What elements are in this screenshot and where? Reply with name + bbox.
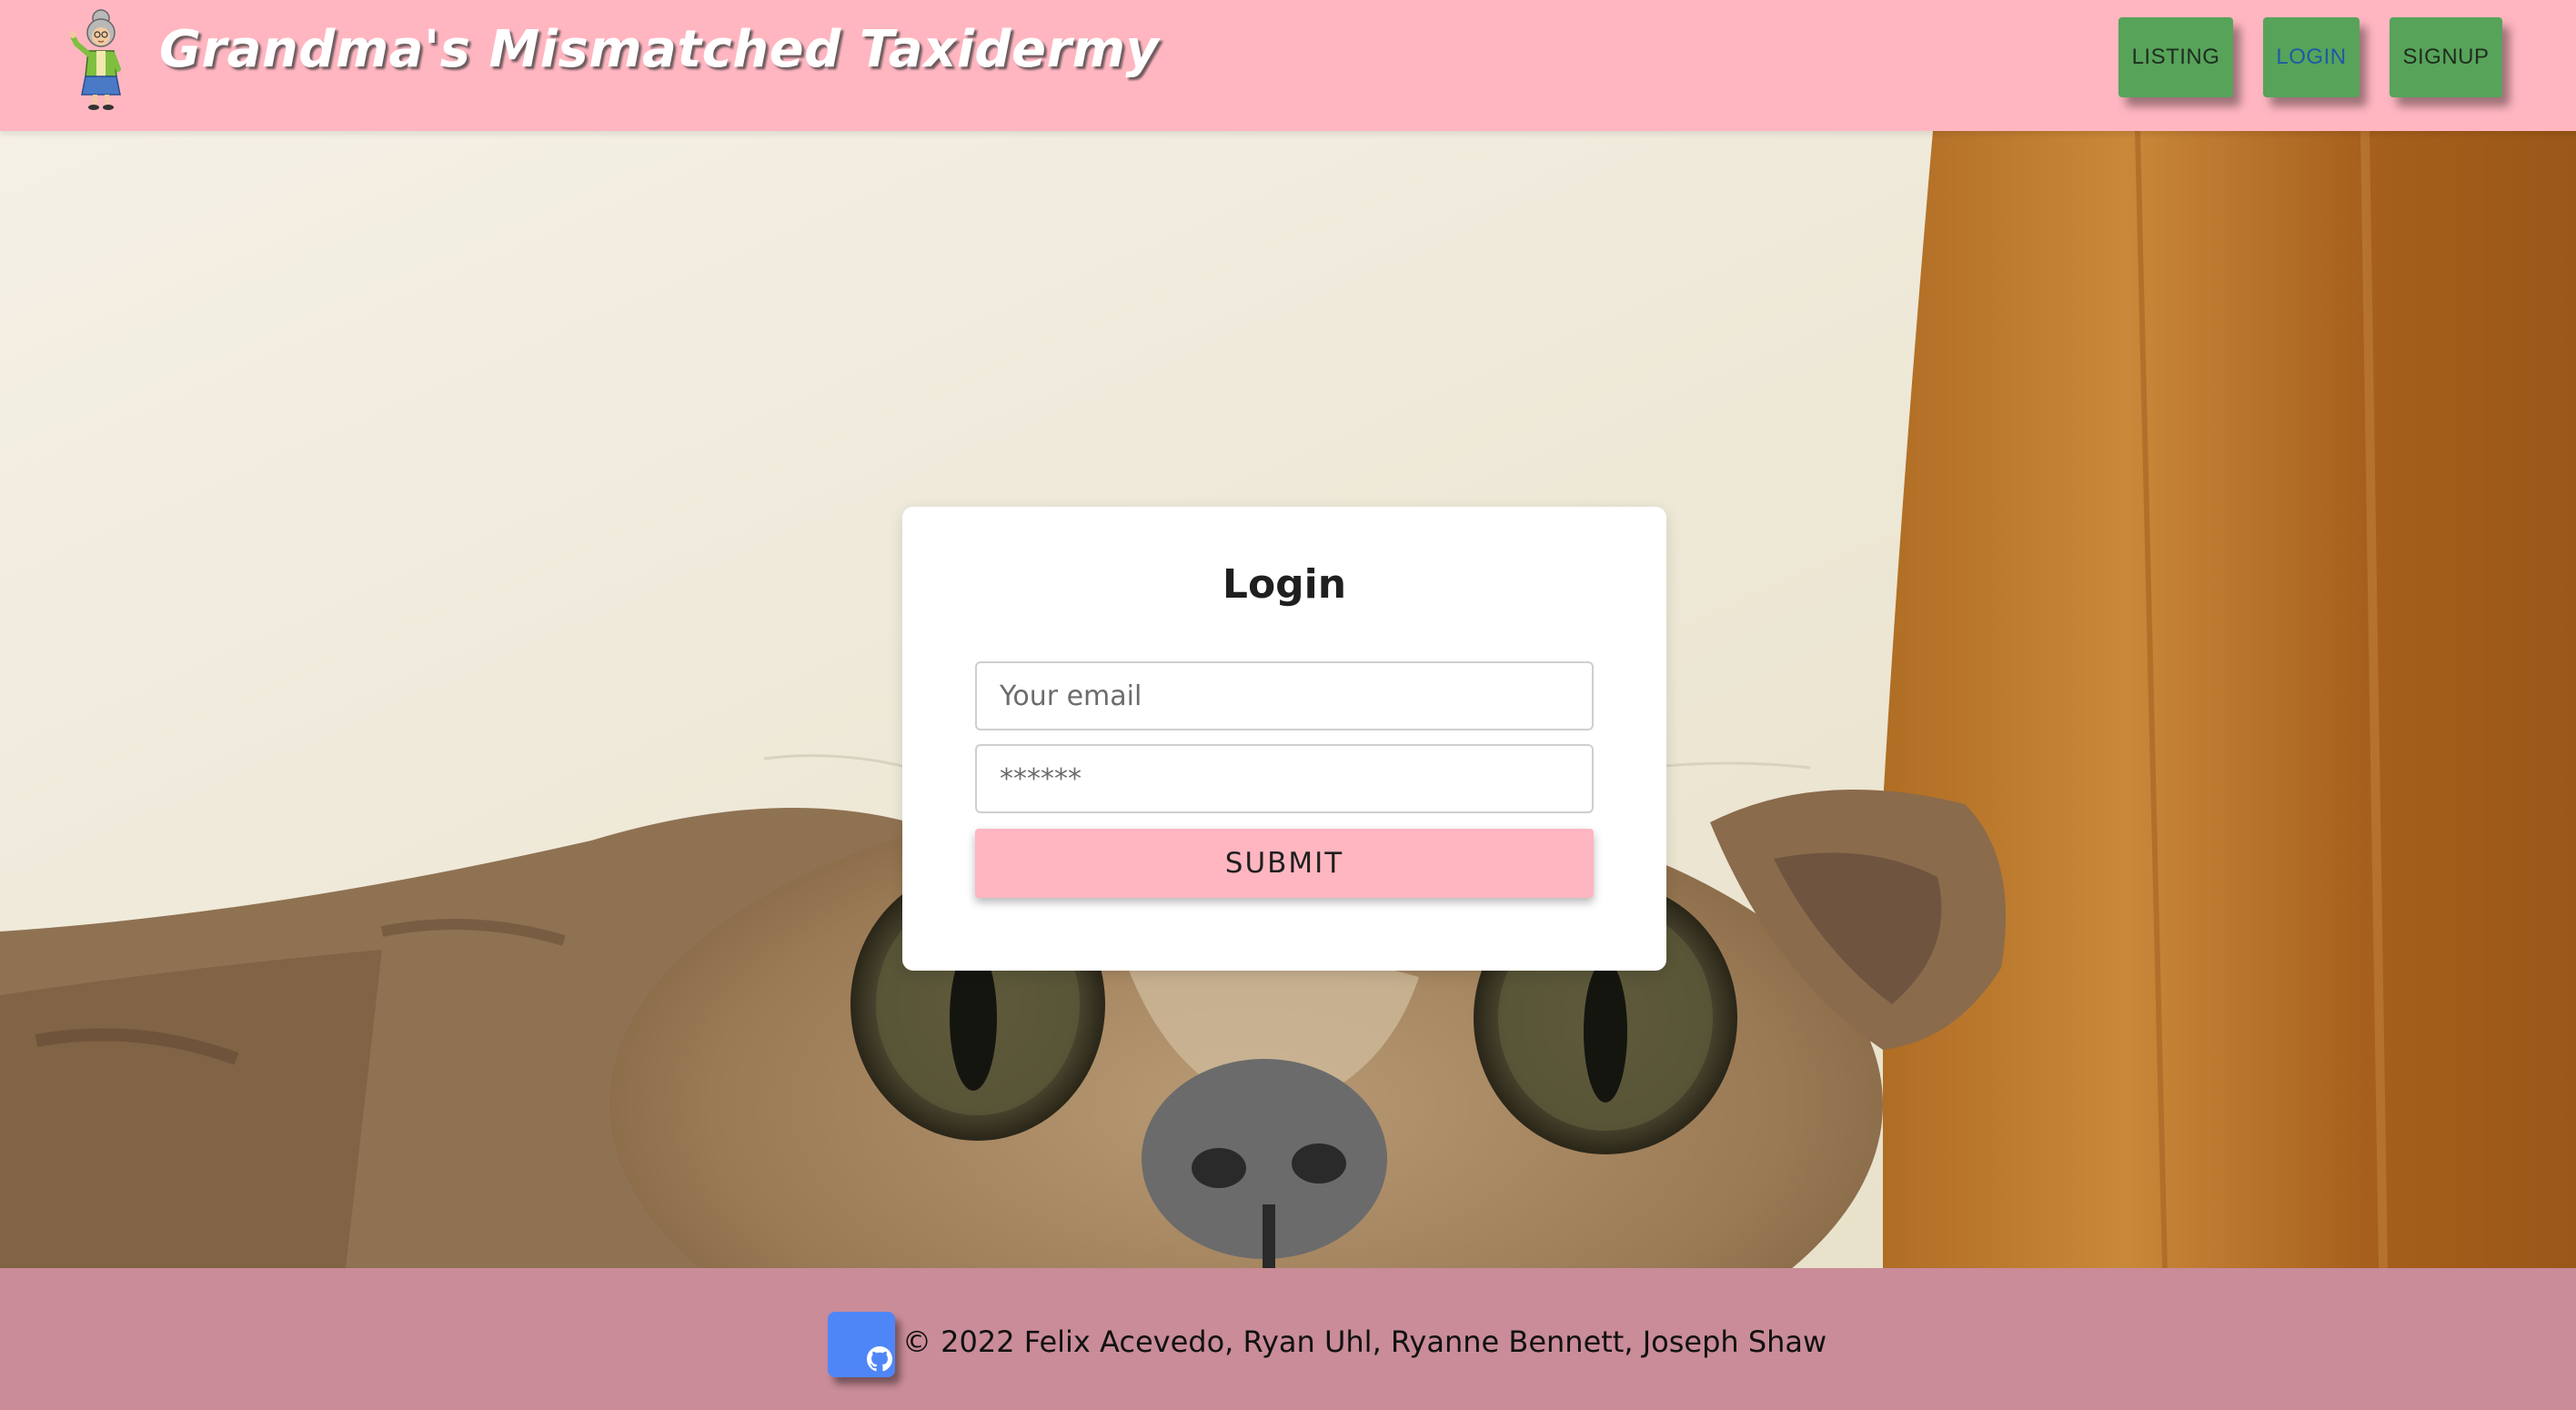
nav-signup-button[interactable]: SIGNUP [2390,17,2502,97]
site-header: Grandma's Mismatched Taxidermy LISTING L… [0,0,2576,131]
site-title[interactable]: Grandma's Mismatched Taxidermy [159,20,1159,79]
nav-listing-button[interactable]: LISTING [2118,17,2233,97]
login-card: Login SUBMIT [902,507,1666,971]
github-icon [867,1346,892,1372]
site-footer: © 2022 Felix Acevedo, Ryan Uhl, Ryanne B… [0,1268,2576,1410]
grandma-cartoon-icon [69,9,121,110]
github-link-button[interactable] [828,1312,895,1377]
login-title: Login [1222,561,1347,608]
password-input[interactable] [975,744,1594,813]
email-input[interactable] [975,661,1594,730]
copyright-text: © 2022 Felix Acevedo, Ryan Uhl, Ryanne B… [902,1324,1827,1359]
submit-button[interactable]: SUBMIT [975,829,1594,898]
nav-login-button[interactable]: LOGIN [2263,17,2360,97]
